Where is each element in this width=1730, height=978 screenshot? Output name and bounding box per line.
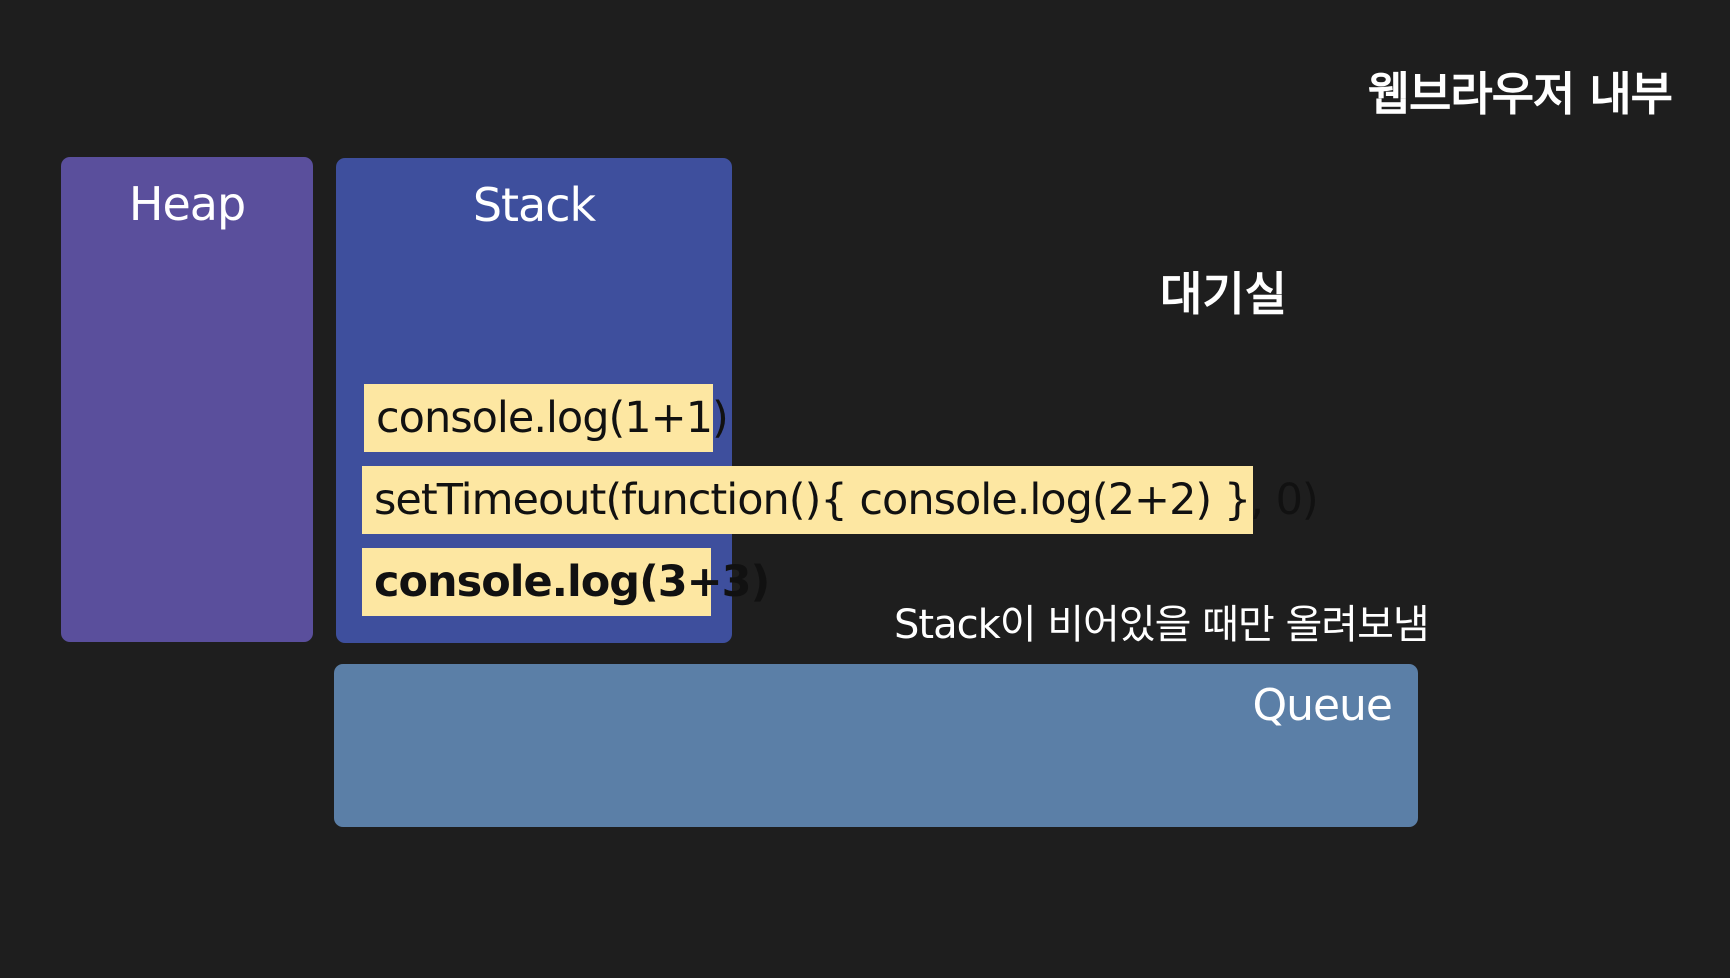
queue-label: Queue <box>1252 680 1393 731</box>
diagram-canvas: 웹브라우저 내부 Heap Stack console.log(1+1) set… <box>0 0 1730 978</box>
diagram-title: 웹브라우저 내부 <box>1367 67 1673 121</box>
stack-label: Stack <box>472 178 596 232</box>
stack-item-console-log-1: console.log(1+1) <box>364 384 729 452</box>
stack-item-settimeout: setTimeout(function(){ console.log(2+2) … <box>362 466 1319 534</box>
heap-label: Heap <box>128 177 246 231</box>
queue-note: Stack이 비어있을 때만 올려보냄 <box>894 602 1430 648</box>
queue-box: Queue <box>334 664 1418 827</box>
stack-item-console-log-3: console.log(3+3) <box>362 548 770 616</box>
waiting-room-label: 대기실 <box>1160 267 1287 321</box>
heap-box: Heap <box>61 157 313 642</box>
